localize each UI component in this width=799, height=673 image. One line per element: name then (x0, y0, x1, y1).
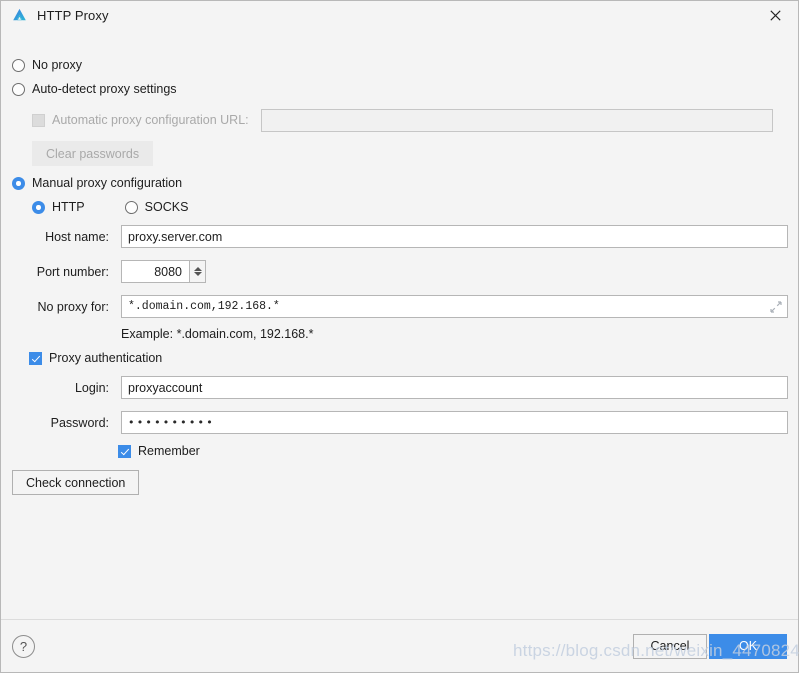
dialog-footer: ? Cancel OK (1, 619, 798, 672)
password-label: Password: (50, 415, 109, 430)
no-proxy-for-value: *.domain.com,192.168.* (128, 300, 280, 313)
host-name-input[interactable]: proxy.server.com (121, 225, 788, 248)
check-connection-button[interactable]: Check connection (12, 470, 140, 495)
checkbox-auto-config-url (32, 114, 45, 127)
port-number-stepper[interactable] (189, 260, 206, 283)
radio-manual-proxy[interactable] (12, 177, 25, 190)
close-icon (769, 9, 781, 21)
dialog-content: No proxy Auto-detect proxy settings Auto… (1, 29, 798, 619)
login-value: proxyaccount (128, 380, 203, 395)
title-bar: HTTP Proxy (1, 1, 798, 29)
clear-passwords-row: Clear passwords (32, 141, 154, 166)
option-auto-detect-label: Auto-detect proxy settings (32, 82, 177, 96)
host-name-value: proxy.server.com (128, 229, 223, 244)
login-input[interactable]: proxyaccount (121, 376, 788, 399)
host-name-label: Host name: (45, 229, 109, 244)
clear-passwords-button: Clear passwords (32, 141, 154, 166)
ok-button[interactable]: OK (709, 633, 787, 659)
protocol-row: HTTP SOCKS (32, 200, 188, 215)
password-row: Password: •••••••••• (12, 411, 788, 434)
auto-config-url-row: Automatic proxy configuration URL: (32, 109, 799, 132)
password-value: •••••••••• (128, 416, 215, 429)
no-proxy-for-label: No proxy for: (37, 299, 109, 314)
password-input[interactable]: •••••••••• (121, 411, 788, 434)
help-button[interactable]: ? (12, 634, 35, 658)
remember-row[interactable]: Remember (118, 444, 200, 459)
footer-actions: Cancel OK (633, 633, 787, 659)
intellij-logo-icon (13, 8, 26, 20)
auto-config-url-input (260, 109, 773, 132)
expand-icon[interactable] (770, 300, 782, 313)
stepper-up-icon[interactable] (193, 266, 202, 271)
checkbox-remember[interactable] (118, 445, 131, 458)
checkbox-proxy-authentication[interactable] (29, 352, 42, 365)
example-hint: Example: *.domain.com, 192.168.* (121, 327, 314, 341)
login-label: Login: (74, 380, 109, 395)
remember-label: Remember (138, 444, 200, 458)
radio-http[interactable] (32, 201, 45, 214)
option-manual-proxy[interactable]: Manual proxy configuration (12, 176, 182, 191)
close-button[interactable] (752, 1, 798, 29)
no-proxy-for-input[interactable]: *.domain.com,192.168.* (121, 295, 788, 318)
option-no-proxy[interactable]: No proxy (12, 58, 82, 73)
host-name-row: Host name: proxy.server.com (12, 225, 788, 248)
radio-auto-detect[interactable] (12, 83, 25, 96)
port-number-input[interactable]: 8080 (121, 260, 189, 283)
proxy-authentication-row[interactable]: Proxy authentication (29, 351, 162, 366)
option-auto-detect[interactable]: Auto-detect proxy settings (12, 82, 177, 97)
port-number-row: Port number: 8080 (12, 260, 206, 283)
no-proxy-for-row: No proxy for: *.domain.com,192.168.* (12, 295, 788, 318)
http-proxy-dialog: HTTP Proxy No proxy Auto-detect proxy se… (0, 0, 799, 673)
radio-no-proxy[interactable] (12, 59, 25, 72)
port-number-value: 8080 (154, 264, 182, 279)
radio-socks[interactable] (124, 201, 138, 214)
option-no-proxy-label: No proxy (32, 58, 83, 72)
window-title: HTTP Proxy (37, 7, 109, 23)
check-connection-row: Check connection (12, 470, 140, 495)
example-hint-row: Example: *.domain.com, 192.168.* (12, 327, 788, 341)
login-row: Login: proxyaccount (12, 376, 788, 399)
proxy-authentication-label: Proxy authentication (49, 351, 163, 365)
stepper-down-icon[interactable] (193, 272, 202, 277)
option-manual-proxy-label: Manual proxy configuration (32, 176, 183, 190)
radio-socks-label: SOCKS (144, 200, 189, 214)
radio-http-label: HTTP (52, 200, 85, 214)
port-number-label: Port number: (36, 264, 109, 279)
cancel-button[interactable]: Cancel (633, 633, 707, 659)
auto-config-url-label: Automatic proxy configuration URL: (52, 113, 249, 127)
